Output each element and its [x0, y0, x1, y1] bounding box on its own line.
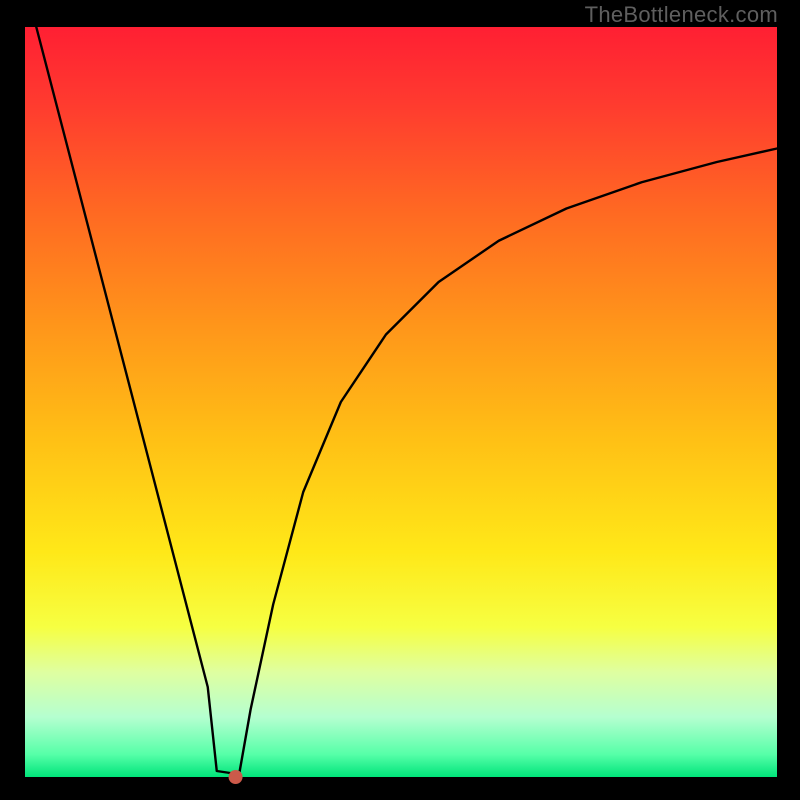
plot-background	[25, 27, 777, 777]
chart-frame: TheBottleneck.com	[0, 0, 800, 800]
minimum-marker	[229, 770, 243, 784]
chart-canvas	[0, 0, 800, 800]
